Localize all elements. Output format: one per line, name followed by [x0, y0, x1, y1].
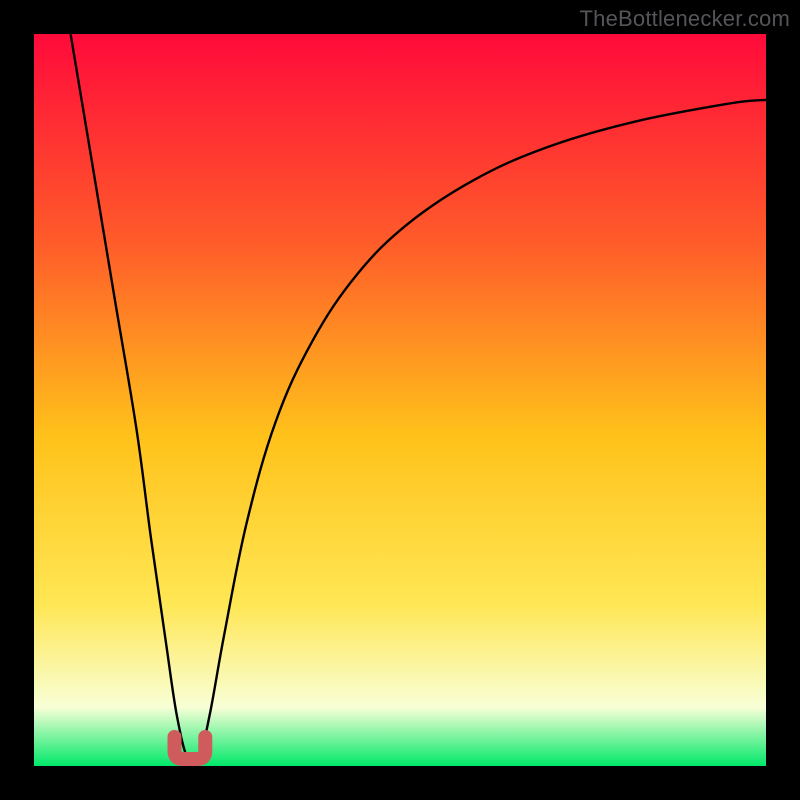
- plot-area: [34, 34, 766, 766]
- bottleneck-curve: [34, 34, 766, 766]
- curve-path: [71, 34, 766, 765]
- attribution-text: TheBottlenecker.com: [580, 6, 790, 32]
- outer-frame: TheBottlenecker.com: [0, 0, 800, 800]
- optimal-marker: [175, 737, 206, 759]
